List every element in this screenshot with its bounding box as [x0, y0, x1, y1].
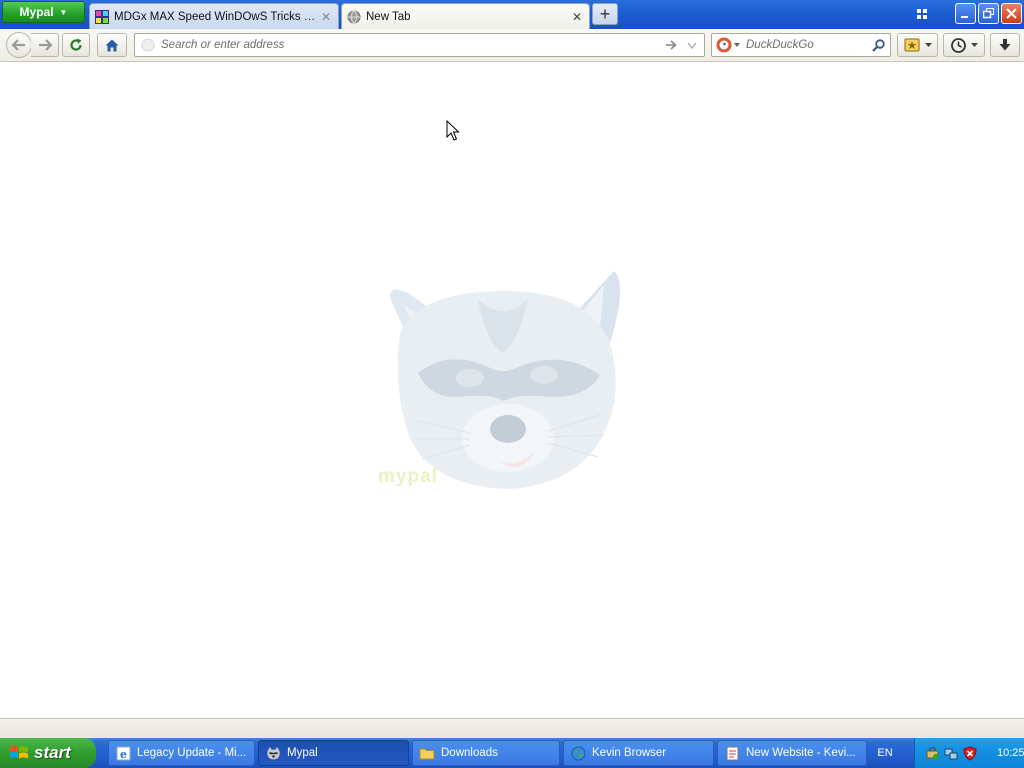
page-content: mypal	[0, 63, 1024, 718]
close-window-button[interactable]	[1001, 3, 1022, 24]
taskbar-item-downloads[interactable]: Downloads	[412, 740, 560, 766]
taskbar-item-label: Kevin Browser	[592, 747, 667, 759]
globe-icon	[346, 9, 362, 25]
chevron-down-icon	[734, 43, 740, 47]
security-shield-icon[interactable]	[963, 745, 977, 761]
reload-icon	[70, 38, 82, 51]
tab-title: New Tab	[366, 10, 411, 23]
search-bar[interactable]	[711, 33, 891, 57]
grid-icon	[917, 9, 927, 19]
raccoon-mascot-logo	[390, 271, 621, 489]
close-icon	[1006, 8, 1017, 19]
site-identity-icon	[141, 38, 155, 52]
folder-icon	[419, 745, 435, 761]
forward-arrow-icon	[38, 39, 52, 51]
all-tabs-button[interactable]	[914, 6, 930, 22]
tab-new-tab[interactable]: New Tab ✕	[341, 3, 590, 29]
new-tab-button[interactable]: +	[592, 3, 618, 25]
taskbar-item-kevin-browser[interactable]: Kevin Browser	[563, 740, 714, 766]
search-engine-selector[interactable]	[716, 37, 740, 53]
mypal-watermark: mypal	[378, 466, 438, 487]
restore-icon	[983, 8, 994, 19]
downloads-button[interactable]	[990, 33, 1020, 57]
globe-icon	[570, 745, 586, 761]
address-input[interactable]	[161, 39, 662, 51]
taskbar-item-label: New Website - Kevi...	[746, 747, 856, 759]
title-bar: Mypal ▼ MDGx MAX Speed WinDOwS Tricks + …	[0, 0, 1024, 29]
address-bar[interactable]	[134, 33, 705, 57]
raccoon-icon	[265, 745, 281, 761]
start-button[interactable]: start	[0, 738, 96, 768]
status-bar	[0, 718, 1024, 738]
document-icon	[724, 745, 740, 761]
minimize-icon	[961, 16, 968, 18]
search-icon[interactable]	[872, 38, 886, 52]
back-button[interactable]	[6, 32, 32, 58]
windows-logo-icon	[10, 746, 28, 759]
url-history-dropdown-icon[interactable]	[684, 42, 700, 49]
clock: 10:25	[997, 747, 1024, 759]
close-tab-icon[interactable]: ✕	[571, 10, 583, 24]
search-input[interactable]	[746, 39, 872, 51]
minimize-button[interactable]	[955, 3, 976, 24]
history-menu-button[interactable]	[943, 33, 985, 57]
network-icon[interactable]	[944, 746, 959, 761]
safely-remove-hardware-icon[interactable]	[925, 746, 940, 761]
start-label: start	[34, 743, 71, 762]
taskbar-item-mypal[interactable]: Mypal	[258, 740, 409, 766]
taskbar-item-label: Legacy Update - Mi...	[137, 747, 247, 759]
app-menu-label: Mypal	[19, 5, 54, 19]
navigation-toolbar	[0, 29, 1024, 62]
mouse-pointer-icon	[446, 120, 460, 141]
bookmarks-star-icon	[904, 38, 919, 52]
ie-icon: e	[115, 745, 131, 761]
home-button[interactable]	[97, 33, 127, 57]
duckduckgo-icon	[716, 37, 732, 53]
forward-button[interactable]	[31, 33, 59, 57]
back-arrow-icon	[12, 39, 25, 51]
chevron-down-icon: ▼	[59, 7, 68, 17]
system-tray: 10:25	[914, 738, 1024, 768]
close-tab-icon[interactable]: ✕	[320, 10, 332, 24]
language-indicator[interactable]: EN	[871, 738, 899, 768]
bookmarks-menu-button[interactable]	[897, 33, 938, 57]
taskbar-item-legacy-update[interactable]: e Legacy Update - Mi...	[108, 740, 255, 766]
plus-icon: +	[599, 4, 611, 24]
reload-button[interactable]	[62, 33, 90, 57]
home-icon	[105, 39, 119, 51]
mdgx-favicon-icon	[94, 9, 110, 25]
taskbar-item-label: Mypal	[287, 747, 318, 759]
chevron-down-icon	[924, 43, 932, 47]
clock-history-icon	[950, 37, 966, 53]
restore-button[interactable]	[978, 3, 999, 24]
download-arrow-icon	[999, 39, 1011, 51]
app-menu-button[interactable]: Mypal ▼	[2, 1, 85, 23]
taskbar-item-new-website[interactable]: New Website - Kevi...	[717, 740, 867, 766]
chevron-down-icon	[970, 43, 978, 47]
taskbar: start e Legacy Update - Mi... Mypal Down…	[0, 738, 1024, 768]
go-arrow-icon[interactable]	[662, 40, 680, 50]
taskbar-item-label: Downloads	[441, 747, 498, 759]
tab-mdgx[interactable]: MDGx MAX Speed WinDOwS Tricks + Sec... ✕	[89, 3, 339, 29]
tab-title: MDGx MAX Speed WinDOwS Tricks + Sec...	[114, 10, 316, 23]
svg-text:e: e	[120, 748, 127, 761]
